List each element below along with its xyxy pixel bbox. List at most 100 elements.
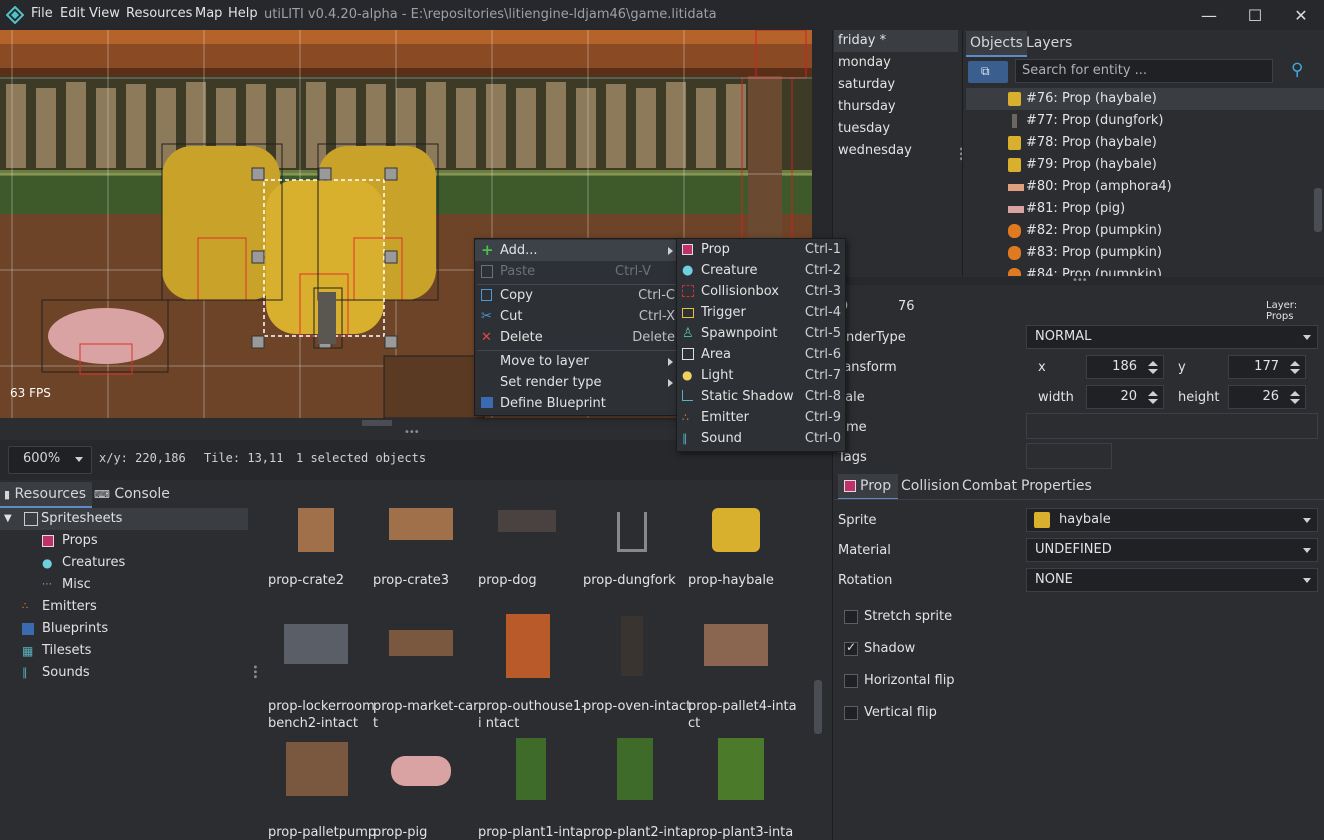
tab-resources[interactable]: ▮ Resources bbox=[0, 482, 92, 508]
menu-item-area[interactable]: Area Ctrl-6 bbox=[677, 344, 845, 365]
menu-file[interactable]: File bbox=[31, 6, 53, 21]
resource-label: prop-crate3 bbox=[373, 573, 450, 588]
increment-icon[interactable] bbox=[1290, 391, 1300, 396]
tab-prop-label: Prop bbox=[860, 478, 892, 494]
object-item[interactable]: #78: Prop (haybale) bbox=[1006, 132, 1157, 154]
menu-item-define-blueprint[interactable]: Define Blueprint bbox=[475, 393, 679, 414]
tab-collision[interactable]: Collision bbox=[897, 474, 964, 498]
object-item[interactable]: #76: Prop (haybale) bbox=[966, 88, 1324, 110]
y-spinner[interactable]: 177 bbox=[1228, 355, 1306, 379]
tab-properties[interactable]: Properties bbox=[1017, 474, 1096, 498]
spritesheet-icon bbox=[24, 512, 38, 526]
map-item[interactable]: tuesday bbox=[838, 118, 890, 140]
tags-field[interactable] bbox=[1026, 443, 1112, 469]
stretch-sprite-checkbox[interactable] bbox=[844, 610, 858, 624]
pumpkin-icon bbox=[1008, 268, 1021, 276]
menu-item-delete[interactable]: ✕ Delete Delete bbox=[475, 327, 679, 348]
object-item[interactable]: #81: Prop (pig) bbox=[1006, 198, 1125, 220]
x-spinner[interactable]: 186 bbox=[1086, 355, 1164, 379]
tab-combat[interactable]: Combat bbox=[958, 474, 1021, 498]
selection-count: 1 selected objects bbox=[296, 451, 427, 465]
map-item[interactable]: thursday bbox=[838, 96, 896, 118]
name-field[interactable] bbox=[1026, 413, 1318, 439]
object-item[interactable]: #82: Prop (pumpkin) bbox=[1006, 220, 1162, 242]
menu-item-add[interactable]: + Add... bbox=[475, 240, 679, 261]
menu-item-collisionbox[interactable]: Collisionbox Ctrl-3 bbox=[677, 281, 845, 302]
map-item[interactable]: friday * bbox=[834, 30, 958, 52]
resource-grid-scrollbar[interactable] bbox=[814, 680, 822, 734]
menu-item-emitter[interactable]: ∴ Emitter Ctrl-9 bbox=[677, 407, 845, 428]
menu-item-sound[interactable]: ∥ Sound Ctrl-0 bbox=[677, 428, 845, 449]
horizontal-flip-checkbox[interactable] bbox=[844, 674, 858, 688]
material-select[interactable]: UNDEFINED bbox=[1026, 538, 1318, 562]
menu-map[interactable]: Map bbox=[195, 6, 222, 21]
menu-resources[interactable]: Resources bbox=[126, 6, 192, 21]
map-item[interactable]: wednesday bbox=[838, 140, 912, 162]
tab-console[interactable]: ⌨ Console bbox=[90, 482, 174, 506]
light-icon: ● bbox=[682, 368, 693, 382]
menu-help[interactable]: Help bbox=[228, 6, 258, 21]
minimize-icon: — bbox=[1201, 5, 1217, 25]
rotation-label: Rotation bbox=[838, 573, 893, 588]
height-spinner[interactable]: 26 bbox=[1228, 385, 1306, 409]
menu-view[interactable]: View bbox=[89, 6, 120, 21]
vertical-flip-checkbox[interactable] bbox=[844, 706, 858, 720]
object-label: #80: Prop (amphora4) bbox=[1026, 179, 1172, 194]
prop-icon bbox=[682, 244, 693, 255]
trigger-icon bbox=[682, 308, 694, 318]
collisionbox-icon bbox=[682, 285, 694, 297]
splitter-handle[interactable]: ••• bbox=[404, 427, 420, 438]
decrement-icon[interactable] bbox=[1290, 399, 1300, 404]
scroll-thumb[interactable] bbox=[362, 420, 392, 426]
menu-item-set-render-type[interactable]: Set render type bbox=[475, 372, 679, 393]
spawnpoint-icon: ♙ bbox=[682, 326, 694, 341]
splitter-handle[interactable]: ••• bbox=[955, 146, 966, 161]
menu-item-light[interactable]: ● Light Ctrl-7 bbox=[677, 365, 845, 386]
map-item[interactable]: monday bbox=[838, 52, 891, 74]
minimize-button[interactable]: — bbox=[1186, 0, 1232, 30]
menu-item-creature[interactable]: ● Creature Ctrl-2 bbox=[677, 260, 845, 281]
app-logo-icon bbox=[6, 6, 24, 24]
menu-item-trigger[interactable]: Trigger Ctrl-4 bbox=[677, 302, 845, 323]
menu-item-shortcut: Ctrl-0 bbox=[804, 431, 841, 446]
decrement-icon[interactable] bbox=[1290, 369, 1300, 374]
search-icon[interactable]: ⚲ bbox=[1291, 60, 1303, 80]
menu-item-paste[interactable]: Paste Ctrl-V bbox=[475, 261, 679, 282]
object-item[interactable]: #83: Prop (pumpkin) bbox=[1006, 242, 1162, 264]
menu-edit[interactable]: Edit bbox=[60, 6, 85, 21]
width-value: 20 bbox=[1120, 389, 1137, 404]
expand-all-button[interactable]: ⧉ bbox=[968, 61, 1008, 83]
object-item[interactable]: #79: Prop (haybale) bbox=[1006, 154, 1157, 176]
tree-label: Props bbox=[62, 533, 98, 548]
object-item[interactable]: #77: Prop (dungfork) bbox=[1006, 110, 1163, 132]
entity-search-input[interactable]: Search for entity ... bbox=[1015, 59, 1273, 83]
object-item[interactable]: #80: Prop (amphora4) bbox=[1006, 176, 1172, 198]
rotation-select[interactable]: NONE bbox=[1026, 568, 1318, 592]
tab-prop[interactable]: Prop bbox=[838, 474, 898, 500]
object-list-scrollbar[interactable] bbox=[1314, 188, 1322, 232]
menu-item-copy[interactable]: Copy Ctrl-C bbox=[475, 285, 679, 306]
maximize-button[interactable]: ☐ bbox=[1232, 0, 1278, 30]
increment-icon[interactable] bbox=[1148, 391, 1158, 396]
menu-item-spawnpoint[interactable]: ♙ Spawnpoint Ctrl-5 bbox=[677, 323, 845, 344]
menu-item-cut[interactable]: ✂ Cut Ctrl-X bbox=[475, 306, 679, 327]
increment-icon[interactable] bbox=[1148, 361, 1158, 366]
decrement-icon[interactable] bbox=[1148, 369, 1158, 374]
zoom-select[interactable]: 600% bbox=[8, 446, 92, 474]
decrement-icon[interactable] bbox=[1148, 399, 1158, 404]
material-label: Material bbox=[838, 543, 891, 558]
tab-objects[interactable]: Objects bbox=[966, 31, 1027, 57]
menu-item-static-shadow[interactable]: Static Shadow Ctrl-8 bbox=[677, 386, 845, 407]
increment-icon[interactable] bbox=[1290, 361, 1300, 366]
menu-item-prop[interactable]: Prop Ctrl-1 bbox=[677, 239, 845, 260]
tab-layers[interactable]: Layers bbox=[1022, 31, 1076, 55]
shadow-checkbox[interactable] bbox=[844, 640, 858, 656]
menu-item-move-to-layer[interactable]: Move to layer bbox=[475, 351, 679, 372]
width-spinner[interactable]: 20 bbox=[1086, 385, 1164, 409]
render-type-select[interactable]: NORMAL bbox=[1026, 325, 1318, 349]
map-item[interactable]: saturday bbox=[838, 74, 895, 96]
close-button[interactable]: ✕ bbox=[1278, 0, 1324, 30]
sprite-select[interactable]: haybale bbox=[1026, 508, 1318, 532]
dungfork-icon bbox=[617, 512, 647, 552]
splitter-handle[interactable]: ••• bbox=[1072, 275, 1088, 286]
